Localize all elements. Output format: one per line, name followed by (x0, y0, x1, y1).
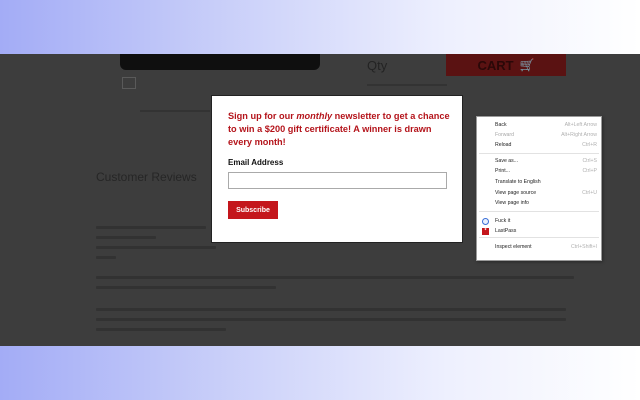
cart-icon: 🛒 (519, 58, 535, 72)
browser-context-menu: Back Alt+Left Arrow Forward Alt+Right Arrow… (476, 116, 602, 261)
thumbnail-icon (122, 77, 136, 89)
context-menu-item[interactable]: Save as... Ctrl+S (477, 157, 601, 166)
menu-item-label: Inspect element (495, 244, 532, 250)
context-menu-item[interactable]: Print... Ctrl+P (477, 167, 601, 176)
review-text (96, 318, 566, 321)
menu-separator (479, 153, 599, 154)
heading-prefix: Sign up for our (228, 111, 297, 121)
product-image (120, 54, 320, 70)
subscribe-button[interactable]: Subscribe (228, 201, 278, 219)
globe-icon (482, 218, 489, 225)
review-text (96, 286, 276, 289)
review-text (96, 328, 226, 331)
context-menu-item[interactable]: Forward Alt+Right Arrow (477, 131, 601, 140)
browser-viewport: Qty CART 🛒 Customer Reviews Sign up for … (0, 54, 640, 346)
context-menu-item[interactable]: Back Alt+Left Arrow (477, 121, 601, 130)
menu-item-label: Reload (495, 142, 512, 148)
review-text (96, 256, 116, 259)
menu-item-label: Save as... (495, 158, 519, 164)
menu-item-shortcut: Alt+Left Arrow (564, 122, 597, 128)
menu-item-label: Back (495, 122, 507, 128)
menu-item-shortcut: Ctrl+Shift+I (571, 244, 597, 250)
newsletter-signup-modal: Sign up for our monthly newsletter to ge… (211, 95, 463, 243)
review-text (96, 276, 574, 279)
context-menu-item[interactable]: Reload Ctrl+R (477, 141, 601, 150)
add-to-cart-button[interactable]: CART 🛒 (446, 54, 566, 76)
menu-item-label: Fuck it (495, 218, 511, 224)
menu-item-shortcut: Ctrl+R (582, 142, 597, 148)
menu-item-shortcut: Ctrl+S (582, 158, 597, 164)
review-text (96, 246, 216, 249)
lastpass-icon: * (482, 228, 489, 235)
menu-item-shortcut: Ctrl+P (582, 168, 597, 174)
review-text (96, 308, 566, 311)
context-menu-item[interactable]: View page info (477, 199, 601, 208)
menu-item-shortcut: Alt+Right Arrow (561, 132, 597, 138)
review-text (96, 226, 206, 229)
menu-item-label: Forward (495, 132, 515, 138)
heading-emphasis: monthly (296, 111, 333, 121)
menu-item-label: Translate to English (495, 179, 541, 185)
menu-separator (479, 237, 599, 238)
menu-item-label: View page info (495, 200, 529, 206)
divider (140, 110, 210, 112)
menu-item-label: View page source (495, 190, 537, 196)
quantity-label: Qty (367, 58, 388, 73)
menu-item-shortcut: Ctrl+U (582, 190, 597, 196)
context-menu-item[interactable]: Translate to English (477, 178, 601, 187)
menu-separator (479, 211, 599, 212)
newsletter-heading: Sign up for our monthly newsletter to ge… (228, 110, 450, 149)
email-field[interactable] (228, 172, 447, 189)
menu-item-label: Print... (495, 168, 510, 174)
cart-button-label: CART (477, 57, 514, 73)
review-text (96, 236, 156, 239)
context-menu-item[interactable]: View page source Ctrl+U (477, 189, 601, 198)
menu-item-label: LastPass (495, 228, 517, 234)
context-menu-item[interactable]: * LastPass (477, 227, 601, 236)
email-label: Email Address (228, 158, 284, 167)
customer-reviews-heading: Customer Reviews (96, 170, 197, 184)
divider (367, 84, 447, 86)
context-menu-item[interactable]: Inspect element Ctrl+Shift+I (477, 243, 601, 252)
context-menu-item[interactable]: Fuck it (477, 217, 601, 226)
